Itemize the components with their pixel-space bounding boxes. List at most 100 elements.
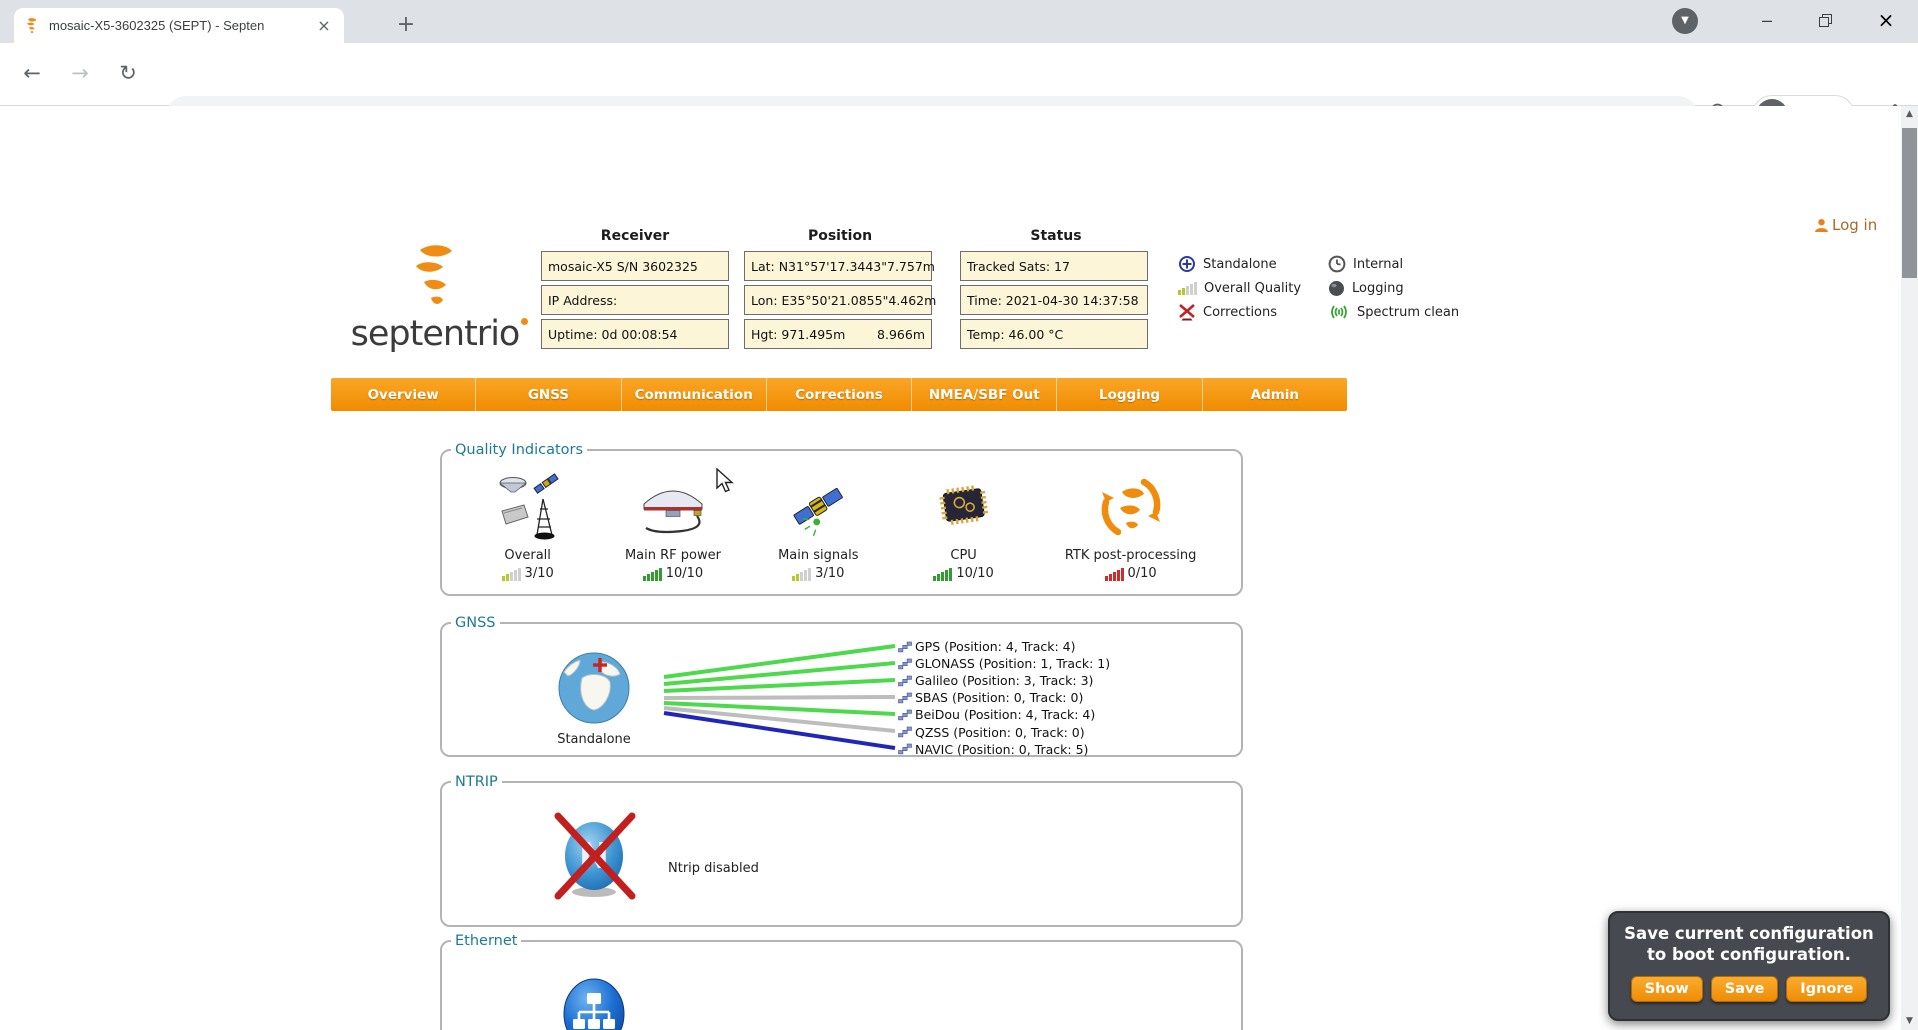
save-button[interactable]: Save bbox=[1711, 976, 1779, 1002]
gnss-section-title: GNSS bbox=[451, 615, 500, 631]
logo-wordmark: septentrio bbox=[351, 314, 520, 354]
indicator-overall: Overall 3/10 bbox=[455, 468, 600, 581]
ethernet-section: Ethernet bbox=[440, 933, 1243, 1030]
satellite-mini-icon bbox=[898, 725, 912, 739]
browser-toolbar: ← → ↻ Not secure 192.168.3.1 Guest ••• bbox=[0, 43, 1918, 106]
ntrip-section-title: NTRIP bbox=[451, 774, 502, 790]
tab-nmea-sbf-out[interactable]: NMEA/SBF Out bbox=[912, 378, 1057, 411]
constellation-row: SBAS (Position: 0, Track: 0) bbox=[898, 689, 1110, 706]
overall-composite-icon bbox=[496, 471, 560, 543]
scrollbar-thumb[interactable] bbox=[1902, 128, 1917, 278]
septentrio-logo: septentrio bbox=[345, 244, 525, 354]
height-box: Hgt: 971.495m8.966m bbox=[744, 319, 932, 349]
receiver-web-ui: Log in septentrio Receiver Position Stat… bbox=[0, 106, 1901, 1030]
forward-button[interactable]: → bbox=[63, 57, 97, 91]
mouse-cursor bbox=[716, 468, 738, 494]
longitude-box: Lon: E35°50'21.0855"4.462m bbox=[744, 285, 932, 315]
corrections-icon bbox=[1178, 303, 1196, 321]
satellite-mini-icon bbox=[898, 691, 912, 705]
standalone-icon bbox=[1178, 255, 1196, 273]
save-config-popup: Save current configuration to boot confi… bbox=[1608, 911, 1890, 1021]
signal-bars-icon bbox=[933, 567, 952, 581]
tab-overview[interactable]: Overview bbox=[331, 378, 476, 411]
ethernet-section-title: Ethernet bbox=[451, 933, 521, 949]
satellite-icon bbox=[785, 471, 851, 543]
tab-corrections[interactable]: Corrections bbox=[767, 378, 912, 411]
logging-icon bbox=[1328, 280, 1345, 297]
constellation-row: NAVIC (Position: 0, Track: 5) bbox=[898, 741, 1110, 758]
favicon-septentrio-icon bbox=[24, 18, 40, 34]
rf-antenna-icon bbox=[634, 476, 712, 538]
popup-message-line2: to boot configuration. bbox=[1610, 944, 1888, 965]
septentrio-logo-icon bbox=[404, 244, 466, 310]
indicator-score: 10/10 bbox=[666, 566, 703, 581]
indicator-label: Overall bbox=[455, 548, 600, 563]
satellite-mini-icon bbox=[898, 640, 912, 654]
satellite-mini-icon bbox=[898, 657, 912, 671]
indicator-score: 3/10 bbox=[525, 566, 554, 581]
position-column-title: Position bbox=[745, 228, 935, 244]
new-tab-button[interactable]: + bbox=[392, 12, 420, 40]
restore-icon bbox=[1819, 14, 1832, 27]
scroll-down-icon[interactable]: ▼ bbox=[1901, 1013, 1918, 1030]
indicator-label: Main RF power bbox=[600, 548, 745, 563]
spectrum-clean-icon bbox=[1328, 303, 1350, 321]
constellation-row: GPS (Position: 4, Track: 4) bbox=[898, 638, 1110, 655]
reload-button[interactable]: ↻ bbox=[111, 57, 145, 91]
indicator-rtk-post-processing: RTK post-processing 0/10 bbox=[1036, 468, 1225, 581]
indicator-score: 10/10 bbox=[956, 566, 993, 581]
ntrip-status-text: Ntrip disabled bbox=[668, 861, 759, 876]
window-close-button[interactable]: × bbox=[1854, 0, 1918, 40]
status-column-title: Status bbox=[961, 228, 1151, 244]
tab-title: mosaic-X5-3602325 (SEPT) - Septen bbox=[49, 18, 314, 33]
indicator-label: RTK post-processing bbox=[1036, 548, 1225, 563]
satellite-mini-icon bbox=[898, 708, 912, 722]
tab-logging[interactable]: Logging bbox=[1057, 378, 1202, 411]
minimize-button[interactable]: – bbox=[1738, 0, 1796, 40]
internal-clock-icon bbox=[1328, 255, 1346, 273]
satellite-mini-icon bbox=[898, 674, 912, 688]
receiver-column-title: Receiver bbox=[540, 228, 730, 244]
signal-bars-icon bbox=[792, 567, 811, 581]
login-label: Log in bbox=[1832, 216, 1877, 234]
temperature-box: Temp: 46.00 °C bbox=[960, 319, 1148, 349]
constellation-list: GPS (Position: 4, Track: 4) GLONASS (Pos… bbox=[898, 638, 1110, 758]
popup-message-line1: Save current configuration bbox=[1610, 923, 1888, 944]
signal-bars-icon bbox=[1105, 567, 1124, 581]
legend-logging: Logging bbox=[1328, 276, 1468, 300]
indicator-label: Main signals bbox=[746, 548, 891, 563]
quality-indicators-title: Quality Indicators bbox=[451, 442, 587, 458]
signal-bars-icon bbox=[643, 567, 662, 581]
login-link[interactable]: Log in bbox=[1814, 216, 1877, 234]
tab-gnss[interactable]: GNSS bbox=[476, 378, 621, 411]
latitude-box: Lat: N31°57'17.3443"7.757m bbox=[744, 251, 932, 281]
quality-bars-icon bbox=[1178, 281, 1197, 295]
legend-spectrum-clean: Spectrum clean bbox=[1328, 300, 1468, 324]
indicator-cpu: CPU 10/10 bbox=[891, 468, 1036, 581]
quality-indicator-list: Overall 3/10 Main RF power 10/10 bbox=[455, 468, 1225, 581]
constellation-row: Galileo (Position: 3, Track: 3) bbox=[898, 672, 1110, 689]
satellite-mini-icon bbox=[898, 742, 912, 756]
tracked-sats-box: Tracked Sats: 17 bbox=[960, 251, 1148, 281]
constellation-row: QZSS (Position: 0, Track: 0) bbox=[898, 723, 1110, 740]
legend-internal: Internal bbox=[1328, 252, 1468, 276]
position-mode: Standalone bbox=[552, 650, 636, 747]
show-button[interactable]: Show bbox=[1631, 976, 1703, 1002]
tab-close-icon[interactable]: × bbox=[314, 16, 334, 35]
receiver-id-box: mosaic-X5 S/N 3602325 bbox=[541, 251, 729, 281]
scroll-up-icon[interactable]: ▲ bbox=[1901, 106, 1918, 123]
indicator-label: CPU bbox=[891, 548, 1036, 563]
tab-admin[interactable]: Admin bbox=[1203, 378, 1347, 411]
legend-standalone: Standalone bbox=[1178, 252, 1328, 276]
main-nav: Overview GNSS Communication Corrections … bbox=[331, 378, 1347, 411]
tab-communication[interactable]: Communication bbox=[622, 378, 767, 411]
media-controls-button[interactable]: ▼ bbox=[1672, 8, 1698, 34]
ignore-button[interactable]: Ignore bbox=[1786, 976, 1867, 1002]
person-icon bbox=[1814, 218, 1829, 233]
restore-button[interactable] bbox=[1796, 0, 1854, 40]
back-button[interactable]: ← bbox=[15, 57, 49, 91]
browser-tab[interactable]: mosaic-X5-3602325 (SEPT) - Septen × bbox=[14, 8, 344, 43]
page-scrollbar[interactable]: ▲ ▼ bbox=[1901, 106, 1918, 1030]
uptime-box: Uptime: 0d 00:08:54 bbox=[541, 319, 729, 349]
legend-overall-quality: Overall Quality bbox=[1178, 276, 1328, 300]
